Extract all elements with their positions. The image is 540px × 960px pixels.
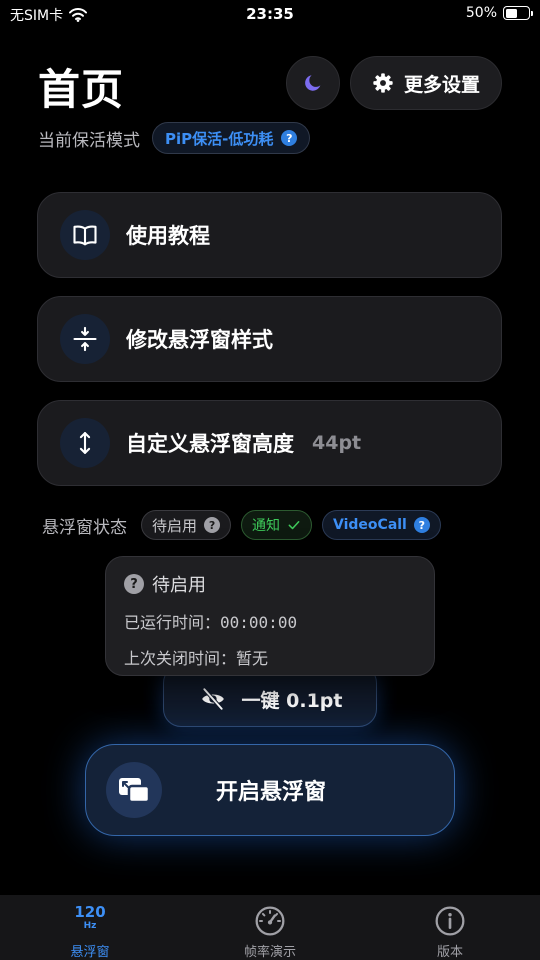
tab-bar: 120 Hz 悬浮窗 帧率演示 版本 bbox=[0, 895, 540, 960]
battery-fill bbox=[505, 8, 517, 18]
keepalive-row: 当前保活模式 PiP保活-低功耗 ? bbox=[38, 122, 311, 154]
height-label: 自定义悬浮窗高度 bbox=[126, 432, 294, 456]
hz-unit: Hz bbox=[83, 921, 97, 931]
screen: 无SIM卡 23:35 50% 首页 更多设置 当前保活模式 PiP保活-低功耗… bbox=[0, 0, 540, 960]
question-icon: ? bbox=[413, 517, 430, 533]
notify-chip-text: 通知 bbox=[252, 518, 281, 534]
videocall-chip-text: VideoCall bbox=[333, 517, 407, 533]
popover-title: ? 待启用 bbox=[124, 571, 416, 597]
keepalive-label: 当前保活模式 bbox=[38, 130, 140, 151]
last-close-line: 上次关闭时间：暂无 bbox=[124, 645, 416, 669]
status-bar: 无SIM卡 23:35 50% bbox=[0, 0, 540, 30]
videocall-chip[interactable]: VideoCall ? bbox=[322, 510, 441, 540]
question-icon: ? bbox=[204, 517, 221, 533]
page-title: 首页 bbox=[38, 65, 125, 114]
info-icon bbox=[435, 906, 465, 936]
keepalive-mode-text: PiP保活-低功耗 bbox=[165, 129, 274, 148]
eye-off-icon bbox=[201, 687, 224, 711]
style-label: 修改悬浮窗样式 bbox=[126, 328, 273, 352]
hide-button-label: 一键 0.1pt bbox=[241, 689, 343, 712]
tab-label: 悬浮窗 bbox=[70, 945, 110, 960]
tab-label: 版本 bbox=[436, 945, 463, 960]
question-icon: ? bbox=[124, 574, 144, 594]
hz-number: 120 bbox=[74, 903, 106, 921]
120hz-icon: 120 Hz bbox=[74, 905, 105, 937]
runtime-label: 已运行时间： bbox=[124, 613, 221, 632]
pending-chip[interactable]: 待启用 ? bbox=[141, 510, 232, 540]
popover-title-text: 待启用 bbox=[152, 575, 206, 596]
floating-state-label: 悬浮窗状态 bbox=[42, 517, 127, 538]
tab-floating-window[interactable]: 120 Hz 悬浮窗 bbox=[0, 895, 180, 960]
status-time: 23:35 bbox=[246, 5, 294, 23]
more-settings-button[interactable]: 更多设置 bbox=[350, 56, 502, 110]
open-floating-window-label: 开启悬浮窗 bbox=[215, 780, 326, 805]
tab-framerate-demo[interactable]: 帧率演示 bbox=[180, 895, 360, 960]
last-close-value: 暂无 bbox=[236, 649, 269, 668]
gear-icon bbox=[373, 73, 393, 93]
status-right: 50% bbox=[465, 5, 533, 21]
pending-chip-text: 待启用 bbox=[152, 516, 198, 535]
open-floating-window-button[interactable]: 开启悬浮窗 bbox=[85, 744, 455, 836]
height-card[interactable]: 自定义悬浮窗高度 44pt bbox=[37, 400, 502, 486]
moon-icon bbox=[305, 75, 321, 91]
speedometer-icon bbox=[255, 906, 285, 936]
height-value: 44pt bbox=[312, 432, 362, 454]
tutorial-label: 使用教程 bbox=[126, 224, 210, 248]
check-icon bbox=[288, 521, 300, 530]
battery-icon bbox=[503, 6, 533, 20]
keepalive-mode-chip[interactable]: PiP保活-低功耗 ? bbox=[152, 122, 311, 154]
runtime-line: 已运行时间：00:00:00 bbox=[124, 609, 416, 633]
compress-icon bbox=[60, 314, 110, 364]
book-icon bbox=[60, 210, 110, 260]
more-settings-label: 更多设置 bbox=[403, 73, 480, 96]
tutorial-card[interactable]: 使用教程 bbox=[37, 192, 502, 278]
notify-chip[interactable]: 通知 bbox=[241, 510, 313, 540]
question-icon: ? bbox=[281, 130, 298, 146]
last-close-label: 上次关闭时间： bbox=[124, 649, 237, 668]
tab-version[interactable]: 版本 bbox=[360, 895, 540, 960]
theme-toggle-button[interactable] bbox=[286, 56, 340, 110]
runtime-value: 00:00:00 bbox=[220, 613, 298, 632]
tab-label: 帧率演示 bbox=[243, 945, 296, 960]
vertical-arrows-icon bbox=[60, 418, 110, 468]
status-popover: ? 待启用 已运行时间：00:00:00 上次关闭时间：暂无 bbox=[105, 556, 435, 676]
style-card[interactable]: 修改悬浮窗样式 bbox=[37, 296, 502, 382]
battery-percent: 50% bbox=[465, 5, 497, 21]
floating-state-row: 悬浮窗状态 待启用 ? 通知 VideoCall ? bbox=[42, 510, 441, 540]
